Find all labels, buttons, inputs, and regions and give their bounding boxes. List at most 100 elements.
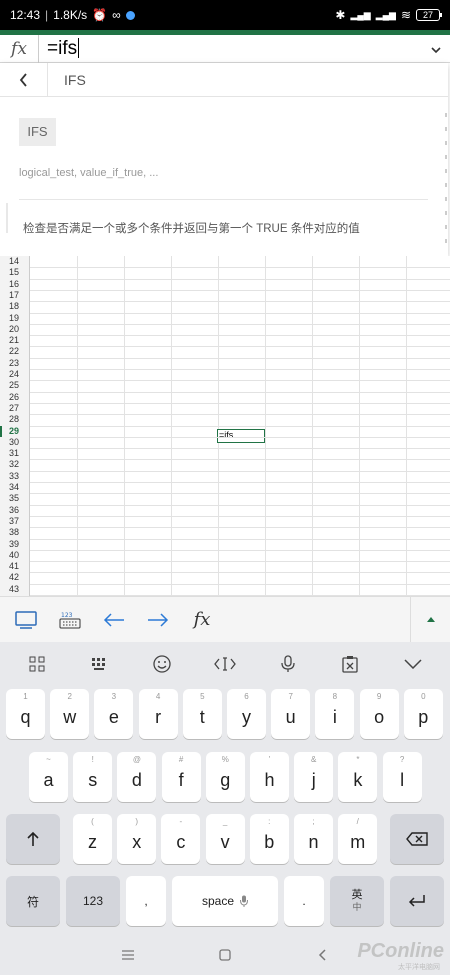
clipboard-icon[interactable] xyxy=(330,644,370,684)
key-m[interactable]: / m xyxy=(338,814,378,864)
row-number[interactable]: 18 xyxy=(0,301,30,312)
numeric-keyboard-button[interactable]: 123 xyxy=(48,597,92,643)
cursor-move-icon[interactable] xyxy=(205,644,245,684)
cells-area[interactable]: =ifs xyxy=(30,256,450,596)
key-f[interactable]: # f xyxy=(161,752,201,802)
back-button[interactable] xyxy=(0,62,48,97)
key-s[interactable]: ! s xyxy=(73,752,113,802)
location-icon xyxy=(125,10,135,20)
row-number[interactable]: 23 xyxy=(0,358,30,369)
key-t[interactable]: 5t xyxy=(182,689,222,739)
formula-input[interactable]: =ifs xyxy=(38,34,422,63)
row-number[interactable]: 33 xyxy=(0,471,30,482)
row-number[interactable]: 27 xyxy=(0,403,30,414)
key-a[interactable]: ~ a xyxy=(29,752,68,802)
row-number[interactable]: 32 xyxy=(0,459,30,470)
row-number[interactable]: 24 xyxy=(0,369,30,380)
period-key[interactable]: . xyxy=(284,876,324,926)
key-hint: ? xyxy=(399,755,405,764)
row-number[interactable]: 21 xyxy=(0,335,30,346)
key-k[interactable]: * k xyxy=(338,752,378,802)
key-y[interactable]: 6y xyxy=(227,689,266,739)
row-number[interactable]: 42 xyxy=(0,572,30,583)
gridline xyxy=(30,561,450,563)
row-number[interactable]: 28 xyxy=(0,414,30,425)
row-number[interactable]: 38 xyxy=(0,527,30,538)
row-number[interactable]: 43 xyxy=(0,584,30,595)
home-icon[interactable] xyxy=(210,940,240,970)
row-number[interactable]: 40 xyxy=(0,550,30,561)
gridline xyxy=(30,436,450,438)
row-number[interactable]: 20 xyxy=(0,324,30,335)
row-number[interactable]: 29 xyxy=(0,425,30,437)
row-number[interactable]: 35 xyxy=(0,493,30,504)
key-w[interactable]: 2w xyxy=(50,689,90,739)
row-number[interactable]: 16 xyxy=(0,279,30,290)
keyboard-toggle-button[interactable] xyxy=(4,597,48,643)
symbols-key[interactable]: 符 xyxy=(6,876,60,926)
hide-keyboard-icon[interactable] xyxy=(393,644,433,684)
row-number[interactable]: 39 xyxy=(0,539,30,550)
key-p[interactable]: 0p xyxy=(403,689,443,739)
expand-toolbar-button[interactable] xyxy=(410,596,450,643)
scrollbar[interactable] xyxy=(444,113,448,253)
gridline xyxy=(30,267,450,269)
microphone-icon[interactable] xyxy=(268,644,308,684)
key-j[interactable]: & j xyxy=(294,752,334,802)
chevron-down-icon[interactable] xyxy=(422,41,450,57)
chevron-left-icon xyxy=(19,72,27,87)
spreadsheet-grid[interactable]: 14 15 16 17 18 19 20 21 22 23 24 25 26 27 28 29 30 31 32 33… xyxy=(0,256,450,596)
key-l[interactable]: ? l xyxy=(382,752,422,802)
row-number[interactable]: 25 xyxy=(0,380,30,391)
row-number[interactable]: 14 xyxy=(0,256,30,267)
shift-key[interactable] xyxy=(6,814,60,864)
key-n[interactable]: ; n xyxy=(294,814,333,864)
key-x[interactable]: ) x xyxy=(117,814,157,864)
keyboard-icon[interactable] xyxy=(80,644,120,684)
key-v[interactable]: _ v xyxy=(205,814,245,864)
row-number[interactable]: 30 xyxy=(0,437,30,448)
numbers-key[interactable]: 123 xyxy=(66,876,120,926)
arrow-left-icon[interactable] xyxy=(92,597,136,643)
key-r[interactable]: 4r xyxy=(138,689,178,739)
row-number[interactable]: 15 xyxy=(0,267,30,278)
row-number[interactable]: 26 xyxy=(0,392,30,403)
row-number[interactable]: 17 xyxy=(0,290,30,301)
key-hint: ) xyxy=(135,817,139,826)
key-e[interactable]: 3e xyxy=(94,689,134,739)
emoji-icon[interactable] xyxy=(142,644,182,684)
watermark-subtitle: 太平洋电脑网 xyxy=(398,964,440,971)
language-switch-key[interactable]: 英 中 xyxy=(330,876,384,926)
key-h[interactable]: ' h xyxy=(250,752,289,802)
backspace-key[interactable] xyxy=(390,814,444,864)
grid-apps-icon[interactable] xyxy=(17,644,57,684)
row-number[interactable]: 19 xyxy=(0,313,30,324)
key-i[interactable]: 8i xyxy=(315,689,355,739)
back-nav-icon[interactable] xyxy=(307,940,337,970)
row-number[interactable]: 34 xyxy=(0,482,30,493)
key-q[interactable]: 1q xyxy=(6,689,45,739)
row-number[interactable]: 41 xyxy=(0,561,30,572)
row-number[interactable]: 22 xyxy=(0,346,30,357)
space-key[interactable]: space xyxy=(172,876,278,926)
fx-icon[interactable]: fx xyxy=(0,39,38,59)
gridline xyxy=(30,301,450,303)
key-o[interactable]: 9o xyxy=(359,689,399,739)
panel-accent xyxy=(6,203,8,233)
key-b[interactable]: :b xyxy=(249,814,289,864)
insert-function-button[interactable]: fx xyxy=(180,597,224,643)
key-c[interactable]: -c xyxy=(161,814,201,864)
key-label: s xyxy=(88,769,98,790)
key-g[interactable]: % g xyxy=(205,752,245,802)
menu-icon[interactable] xyxy=(113,940,143,970)
key-u[interactable]: 7u xyxy=(271,689,311,739)
arrow-right-icon[interactable] xyxy=(136,597,180,643)
key-d[interactable]: @ d xyxy=(117,752,157,802)
key-hint: 6 xyxy=(244,692,249,701)
key-z[interactable]: (z xyxy=(73,814,112,864)
enter-key[interactable] xyxy=(390,876,444,926)
row-number[interactable]: 31 xyxy=(0,448,30,459)
comma-key[interactable]: , xyxy=(126,876,166,926)
row-number[interactable]: 37 xyxy=(0,516,30,527)
row-number[interactable]: 36 xyxy=(0,505,30,516)
